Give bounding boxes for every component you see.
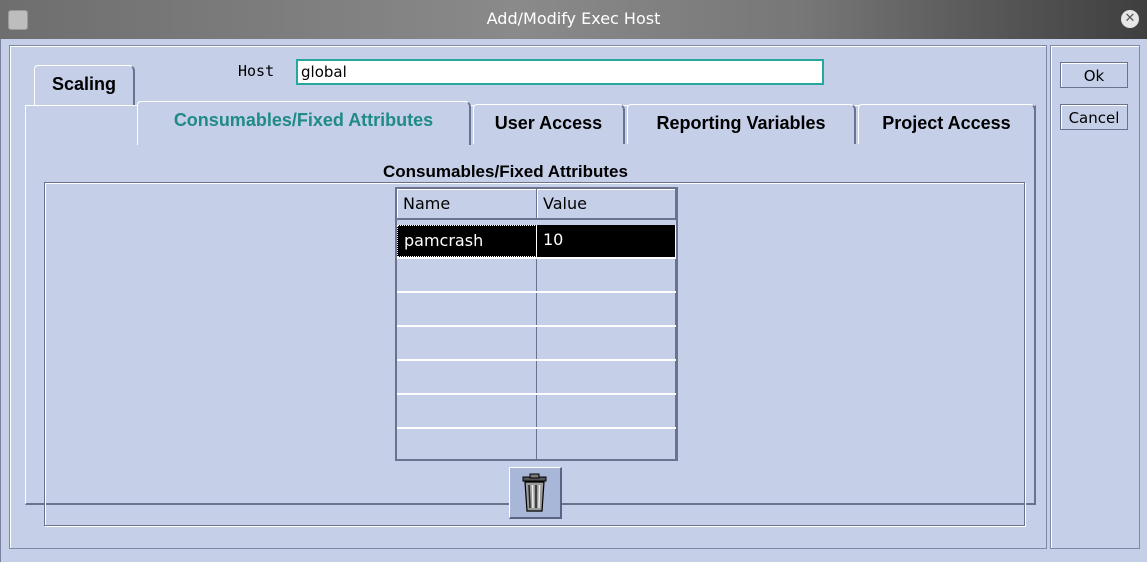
table-row[interactable] bbox=[397, 361, 676, 395]
table-row[interactable] bbox=[397, 259, 676, 293]
tab-reporting-variables[interactable]: Reporting Variables bbox=[627, 104, 856, 144]
cell-value[interactable] bbox=[537, 429, 676, 461]
window-title: Add/Modify Exec Host bbox=[486, 9, 661, 28]
tab-user-access[interactable]: User Access bbox=[473, 104, 625, 144]
cell-name[interactable] bbox=[397, 293, 537, 325]
trash-icon bbox=[522, 473, 547, 512]
tab-consumables-fixed-attributes[interactable]: Consumables/Fixed Attributes bbox=[137, 101, 471, 145]
column-header-name[interactable]: Name bbox=[397, 189, 537, 220]
cell-value[interactable] bbox=[537, 259, 676, 291]
cell-name[interactable] bbox=[397, 429, 537, 461]
group-title: Consumables/Fixed Attributes bbox=[380, 162, 631, 182]
cell-value[interactable] bbox=[537, 327, 676, 359]
cancel-button[interactable]: Cancel bbox=[1060, 104, 1128, 130]
cell-name[interactable] bbox=[397, 327, 537, 359]
cell-name[interactable] bbox=[397, 361, 537, 393]
host-label: Host bbox=[238, 62, 275, 80]
cell-value[interactable] bbox=[537, 395, 676, 427]
delete-row-button[interactable] bbox=[509, 467, 562, 519]
cell-value[interactable]: 10 bbox=[537, 225, 676, 257]
table-row[interactable] bbox=[397, 327, 676, 361]
cell-name[interactable] bbox=[397, 395, 537, 427]
column-header-value[interactable]: Value bbox=[537, 189, 676, 220]
host-input[interactable] bbox=[296, 59, 824, 85]
cell-name[interactable]: pamcrash bbox=[397, 225, 537, 257]
table-row[interactable] bbox=[397, 429, 676, 463]
attributes-table[interactable]: Name Value pamcrash 10 bbox=[395, 187, 678, 461]
table-row[interactable] bbox=[397, 293, 676, 327]
close-icon[interactable]: ✕ bbox=[1121, 10, 1139, 28]
ok-button[interactable]: Ok bbox=[1060, 62, 1128, 88]
cell-value[interactable] bbox=[537, 293, 676, 325]
tab-project-access[interactable]: Project Access bbox=[858, 104, 1036, 144]
button-panel: Ok Cancel bbox=[1050, 45, 1140, 549]
cell-value[interactable] bbox=[537, 361, 676, 393]
cell-name[interactable] bbox=[397, 259, 537, 291]
tab-scaling[interactable]: Scaling bbox=[34, 65, 135, 105]
title-bar[interactable]: Add/Modify Exec Host ✕ bbox=[0, 0, 1147, 39]
table-row[interactable]: pamcrash 10 bbox=[397, 225, 676, 259]
table-row[interactable] bbox=[397, 395, 676, 429]
